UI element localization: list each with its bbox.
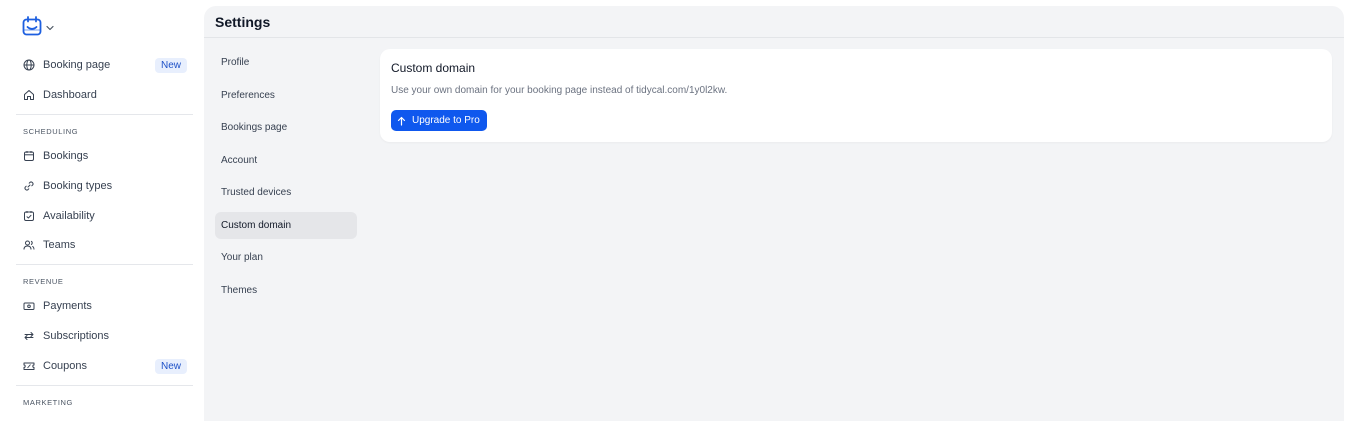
workspace-switcher[interactable]: [22, 16, 54, 36]
arrow-up-icon: [397, 116, 406, 126]
sidebar-item-label: Teams: [43, 239, 76, 251]
calendar-logo-icon: [22, 16, 42, 36]
card-description: Use your own domain for your booking pag…: [391, 85, 728, 96]
sidebar-item-payments[interactable]: Payments: [16, 292, 193, 320]
section-label-scheduling: SCHEDULING: [23, 127, 79, 136]
calendar-check-icon: [23, 210, 35, 222]
app-window: Booking page New Dashboard SCHEDULING Bo…: [0, 0, 1360, 421]
card-title: Custom domain: [391, 61, 476, 75]
sidebar-divider: [16, 264, 193, 265]
sidebar-divider: [16, 385, 193, 386]
upgrade-button-label: Upgrade to Pro: [412, 115, 480, 126]
link-icon: [23, 180, 35, 192]
new-badge: New: [154, 58, 187, 73]
settings-nav-preferences[interactable]: Preferences: [215, 82, 357, 109]
chevron-down-icon: [46, 18, 54, 36]
page-header: Settings: [204, 6, 1344, 38]
page-title: Settings: [215, 14, 271, 30]
ticket-icon: [23, 360, 35, 372]
settings-nav-account[interactable]: Account: [215, 147, 357, 174]
sidebar-divider: [16, 114, 193, 115]
sidebar-item-availability[interactable]: Availability: [16, 202, 193, 230]
sidebar-item-label: Booking page: [43, 59, 111, 71]
upgrade-to-pro-button[interactable]: Upgrade to Pro: [391, 110, 487, 131]
settings-nav-themes[interactable]: Themes: [215, 277, 357, 304]
repeat-icon: [23, 330, 35, 342]
calendar-icon: [23, 150, 35, 162]
sidebar-item-label: Dashboard: [43, 89, 97, 101]
globe-icon: [23, 59, 35, 71]
sidebar-item-bookings[interactable]: Bookings: [16, 142, 193, 170]
sidebar-item-booking-types[interactable]: Booking types: [16, 172, 193, 200]
home-icon: [23, 89, 35, 101]
banknote-icon: [23, 300, 35, 312]
custom-domain-card: Custom domain Use your own domain for yo…: [380, 49, 1332, 142]
sidebar-item-subscriptions[interactable]: Subscriptions: [16, 322, 193, 350]
sidebar: Booking page New Dashboard SCHEDULING Bo…: [0, 0, 204, 421]
sidebar-item-teams[interactable]: Teams: [16, 231, 193, 259]
section-label-marketing: MARKETING: [23, 398, 73, 407]
sidebar-item-label: Booking types: [43, 180, 113, 192]
settings-nav-trusted-devices[interactable]: Trusted devices: [215, 179, 357, 206]
settings-nav-custom-domain[interactable]: Custom domain: [215, 212, 357, 239]
sidebar-item-label: Subscriptions: [43, 330, 110, 342]
sidebar-item-label: Availability: [43, 210, 95, 222]
settings-nav-bookings-page[interactable]: Bookings page: [215, 114, 357, 141]
settings-nav-profile[interactable]: Profile: [215, 49, 357, 76]
users-icon: [23, 239, 35, 251]
sidebar-item-label: Payments: [43, 300, 92, 312]
new-badge: New: [154, 359, 187, 374]
sidebar-item-coupons[interactable]: Coupons New: [16, 352, 193, 380]
settings-panel: Settings Profile Preferences Bookings pa…: [204, 6, 1344, 421]
sidebar-item-dashboard[interactable]: Dashboard: [16, 81, 193, 109]
sidebar-item-label: Bookings: [43, 150, 89, 162]
settings-nav-your-plan[interactable]: Your plan: [215, 244, 357, 271]
sidebar-item-label: Coupons: [43, 360, 88, 372]
section-label-revenue: REVENUE: [23, 277, 64, 286]
sidebar-item-booking-page[interactable]: Booking page New: [16, 51, 193, 79]
